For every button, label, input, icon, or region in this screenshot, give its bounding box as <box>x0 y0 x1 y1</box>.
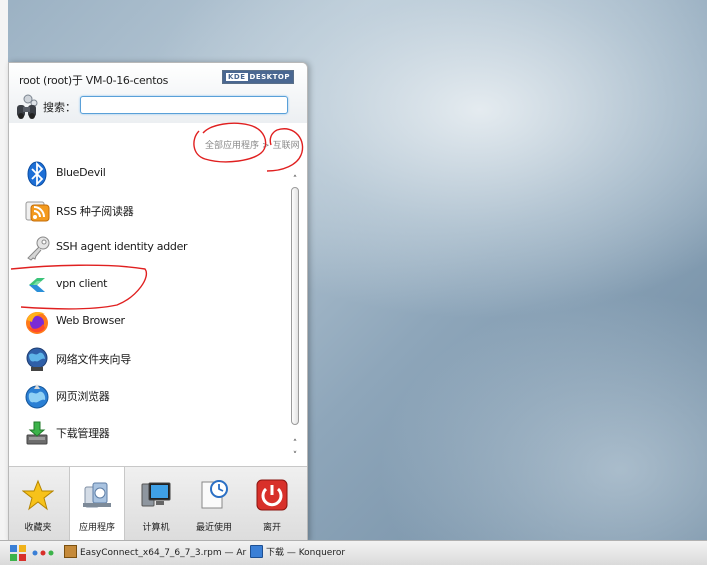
tab-label: 收藏夹 <box>24 523 52 533</box>
menu-header: root (root)于 VM-0-16-centos KDE DESKTOP 搜… <box>9 63 307 123</box>
kde-desktop-logo: KDE DESKTOP <box>222 70 294 84</box>
list-item-label: 网络文件夹向导 <box>56 353 131 366</box>
folder-icon <box>250 545 263 558</box>
task-label: EasyConnect_x64_7_6_7_3.rpm — Ar <box>80 548 247 558</box>
firefox-icon <box>26 312 48 334</box>
list-item-label: 下载管理器 <box>56 427 110 440</box>
breadcrumb-all-apps[interactable]: 全部应用程序 <box>205 141 259 151</box>
list-item-rss-reader[interactable]: RSS 种子阅读器 <box>9 192 289 229</box>
scroll-up-arrow-icon[interactable]: ˄ <box>290 439 300 449</box>
kde-menu-launcher-icon[interactable] <box>9 544 27 562</box>
power-icon <box>256 479 288 511</box>
tab-label: 离开 <box>262 523 281 533</box>
konqueror-icon <box>25 384 49 409</box>
list-item-bluedevil[interactable]: BlueDevil <box>9 155 289 192</box>
search-label: 搜索： <box>43 101 76 114</box>
list-item-konqueror[interactable]: 网页浏览器 <box>9 377 289 414</box>
bluetooth-icon <box>27 161 47 187</box>
tab-label: 最近使用 <box>195 523 232 533</box>
list-item-ssh-agent[interactable]: SSH agent identity adder <box>9 229 289 266</box>
list-item-label: 网页浏览器 <box>56 390 110 403</box>
network-folder-icon <box>26 347 48 371</box>
taskbar-item-konqueror[interactable]: 下载 — Konqueror <box>250 545 345 561</box>
application-list: BlueDevil RSS 种子阅读器 SSH agent identity a… <box>9 155 289 451</box>
star-icon <box>22 479 54 511</box>
list-item-label: SSH agent identity adder <box>56 240 188 253</box>
list-item-download-manager[interactable]: 下载管理器 <box>9 414 289 451</box>
menu-tab-bar: 收藏夹 应用程序 计算机 最近使用 离开 <box>9 466 307 541</box>
recent-icon <box>201 480 228 509</box>
list-item-label: vpn client <box>56 277 108 290</box>
taskbar: EasyConnect_x64_7_6_7_3.rpm — Ar 下载 — Ko… <box>0 540 707 565</box>
tab-applications[interactable]: 应用程序 <box>69 467 125 541</box>
list-item-label: RSS 种子阅读器 <box>56 205 134 218</box>
list-item-vpn-client[interactable]: vpn client <box>9 266 289 303</box>
task-label: 下载 — Konqueror <box>266 548 346 558</box>
taskbar-item-easyconnect[interactable]: EasyConnect_x64_7_6_7_3.rpm — Ar <box>64 545 246 561</box>
vpn-client-icon <box>29 278 45 292</box>
list-item-label: Web Browser <box>56 314 125 327</box>
scrollbar-track[interactable] <box>291 187 299 449</box>
breadcrumb: 全部应用程序 > 互联网 <box>205 138 300 151</box>
tab-label: 计算机 <box>142 523 170 533</box>
tab-favorites[interactable]: 收藏夹 <box>11 467 65 541</box>
scrollbar-thumb[interactable] <box>291 187 299 425</box>
list-item-network-folder-wizard[interactable]: 网络文件夹向导 <box>9 340 289 377</box>
tab-leave[interactable]: 离开 <box>245 467 299 541</box>
key-icon <box>27 236 50 261</box>
activity-dots-icon[interactable] <box>32 550 54 556</box>
search-input[interactable] <box>80 96 288 114</box>
scroll-up-arrow-icon[interactable]: ˄ <box>290 175 300 185</box>
archive-icon <box>64 545 77 558</box>
tab-computer[interactable]: 计算机 <box>129 467 183 541</box>
desktop-left-strip <box>0 0 8 540</box>
breadcrumb-current[interactable]: 互联网 <box>273 141 300 151</box>
tab-recently-used[interactable]: 最近使用 <box>187 467 241 541</box>
app-list-scrollbar[interactable]: ˄ ˄ ˅ <box>290 175 300 463</box>
rss-reader-icon <box>25 201 50 222</box>
download-manager-icon <box>26 421 48 445</box>
binoculars-search-icon <box>17 94 38 119</box>
scroll-down-arrow-icon[interactable]: ˅ <box>290 451 300 461</box>
applications-icon <box>83 482 111 508</box>
kickoff-menu: root (root)于 VM-0-16-centos KDE DESKTOP 搜… <box>8 62 308 542</box>
breadcrumb-separator: > <box>262 141 270 151</box>
tab-label: 应用程序 <box>78 523 115 533</box>
list-item-web-browser[interactable]: Web Browser <box>9 303 289 340</box>
computer-icon <box>141 482 171 507</box>
user-label: root (root)于 VM-0-16-centos <box>19 74 169 87</box>
list-item-label: BlueDevil <box>56 166 106 179</box>
